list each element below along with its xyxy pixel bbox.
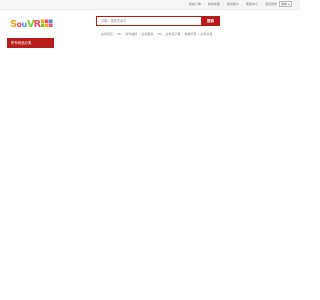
- separator: |: [162, 32, 164, 36]
- top-links: 我的订单 | 我的收藏 | 我的账户 | 帮助中心 | 退出登录: [186, 2, 277, 7]
- logo-letter-r: R: [34, 19, 42, 30]
- logo-block: [41, 23, 45, 27]
- top-link-help[interactable]: 帮助中心: [246, 2, 258, 7]
- separator: |: [222, 2, 224, 6]
- separator: |: [182, 32, 184, 36]
- logo-block: [45, 19, 49, 23]
- top-link-logout[interactable]: 退出登录: [265, 2, 277, 7]
- separator: |: [260, 2, 262, 6]
- page: 我的订单 | 我的收藏 | 我的账户 | 帮助中心 | 退出登录 简体 S o …: [0, 0, 300, 300]
- hot-keyword[interactable]: 立体显示器: [165, 32, 180, 37]
- hot-keyword[interactable]: VR: [157, 32, 161, 37]
- language-select-value: 简体: [281, 2, 288, 6]
- search-input[interactable]: 请输入搜索关键字: [96, 16, 202, 26]
- logo-block: [49, 19, 53, 23]
- search-button[interactable]: 搜索: [201, 16, 220, 26]
- top-utility-bar: 我的订单 | 我的收藏 | 我的账户 | 帮助中心 | 退出登录 简体: [0, 0, 300, 10]
- hot-keyword[interactable]: 虚拟现实: [101, 32, 113, 37]
- hot-keyword[interactable]: 动作捕捉: [125, 32, 137, 37]
- hot-keywords: 虚拟现实 | 3D | 动作捕捉 | 位置跟踪 | VR | 立体显示器 | 数…: [101, 32, 214, 37]
- top-link-orders[interactable]: 我的订单: [189, 2, 201, 7]
- separator: |: [154, 32, 156, 36]
- separator: |: [138, 32, 140, 36]
- hot-keyword[interactable]: 3D: [117, 32, 121, 37]
- separator: |: [203, 2, 205, 6]
- hot-keyword[interactable]: 位置跟踪: [141, 32, 153, 37]
- separator: |: [122, 32, 124, 36]
- top-link-favorites[interactable]: 我的收藏: [208, 2, 220, 7]
- souvr-logo[interactable]: S o u V R: [10, 17, 55, 30]
- hot-keyword[interactable]: 虚拟仿真: [201, 32, 213, 37]
- search-placeholder: 请输入搜索关键字: [101, 19, 127, 23]
- language-select[interactable]: 简体: [279, 1, 292, 7]
- chevron-down-icon: [288, 3, 290, 5]
- separator: |: [114, 32, 116, 36]
- logo-block: [49, 23, 53, 27]
- top-link-account[interactable]: 我的账户: [227, 2, 239, 7]
- hot-keyword[interactable]: 数据手套: [185, 32, 197, 37]
- logo-block: [41, 19, 45, 23]
- separator: |: [198, 32, 200, 36]
- separator: |: [241, 2, 243, 6]
- logo-block: [45, 23, 49, 27]
- all-categories-button[interactable]: 所有商品分类: [7, 38, 54, 48]
